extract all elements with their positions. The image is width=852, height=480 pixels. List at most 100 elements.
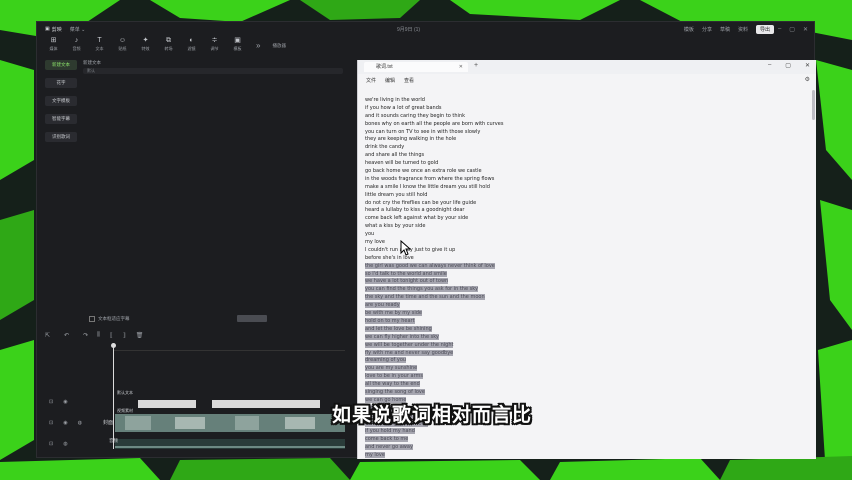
lyric-line: we can fly higher into the sky	[365, 333, 805, 342]
selected-lyric-text: we can fly higher into the sky	[365, 333, 439, 340]
lyric-line: and share all the things	[365, 152, 425, 159]
sidebar-item[interactable]: 花字	[45, 78, 77, 88]
window-controls: – ▢ ✕	[778, 26, 808, 33]
maximize-icon[interactable]: ▢	[785, 62, 791, 69]
maximize-icon[interactable]: ▢	[789, 26, 795, 33]
app-logo: ▣ 剪映	[45, 26, 62, 33]
text-clip[interactable]: 默认文本	[115, 390, 345, 409]
select-tool-icon[interactable]: ⇱	[45, 332, 50, 339]
mute-icon[interactable]: ◍	[63, 441, 67, 447]
add-to-track-button[interactable]	[237, 315, 267, 322]
timeline-edit-icons: ⫼ ⟦ ⟧ 🗑	[97, 332, 143, 339]
lyric-line: heard a lullaby to kiss a goodnight dear	[365, 207, 465, 214]
more-tools-icon[interactable]: »	[256, 41, 260, 57]
video-thumbnails	[115, 414, 345, 432]
titlebar-item-drafts[interactable]: 草稿	[720, 26, 730, 33]
delete-icon[interactable]: 🗑	[136, 332, 144, 339]
lyric-line: we have a lot tonight out of town	[365, 278, 805, 286]
close-icon[interactable]: ✕	[803, 26, 808, 33]
playhead[interactable]	[111, 343, 116, 449]
split-icon[interactable]: ⫼	[97, 332, 100, 339]
toolbar-filter[interactable]: ◐ 滤镜	[183, 37, 200, 57]
selected-lyric-text: and let the love be shining	[365, 325, 432, 332]
toolbar-import[interactable]: ⊞ 媒体	[45, 37, 62, 57]
menu-file[interactable]: 文件	[366, 77, 376, 84]
titlebar-actions: 模板 分享 草稿 资料 导出	[684, 24, 774, 34]
text-sidebar: 新建文本花字文字模板智能字幕识别歌词	[45, 60, 77, 142]
video-subtitle: 如果说歌词相对而言比	[332, 404, 533, 426]
selected-lyric-text: my love	[365, 452, 385, 459]
undo-icon[interactable]: ↶	[64, 332, 69, 339]
timeline[interactable]: ⊡ ◉ ⊡ ◉ ◍ ⊡ ◍ 封面 默认文本 视频素材 音频	[45, 343, 345, 454]
notepad-titlebar: 歌词.txt ✕ + – ▢ ✕	[358, 60, 816, 74]
toolbar-label: 滤镜	[187, 46, 196, 51]
close-tab-icon[interactable]: ✕	[459, 62, 463, 72]
menu-edit[interactable]: 编辑	[385, 77, 395, 84]
split-right-icon[interactable]: ⟧	[123, 332, 126, 339]
toolbar-sticker[interactable]: ☺ 贴纸	[114, 37, 131, 57]
titlebar-item-template[interactable]: 模板	[684, 26, 694, 33]
visibility-icon[interactable]: ◉	[63, 420, 67, 426]
lyric-line: if you how a lot of great bands	[365, 104, 442, 111]
lyric-line: they are keeping walking in the hole	[365, 136, 457, 143]
text-clip-label: 默认文本	[117, 390, 133, 395]
toolbar-audio[interactable]: ♪ 音频	[68, 37, 85, 57]
notepad-window-controls: – ▢ ✕	[768, 62, 810, 69]
toolbar-adjust[interactable]: ≑ 调节	[206, 37, 223, 57]
mute-icon[interactable]: ◍	[78, 420, 82, 426]
toolbar-label: 转场	[164, 46, 173, 51]
toolbar-transition[interactable]: ⧉ 转场	[160, 37, 177, 57]
minimize-icon[interactable]: –	[778, 26, 781, 33]
selected-lyric-text: the girl was good we can always never th…	[365, 262, 495, 269]
redo-icon[interactable]: ↷	[83, 332, 88, 339]
toolbar-label: 文本	[95, 46, 104, 51]
lyric-line: all the way to the end	[365, 381, 805, 389]
sidebar-item[interactable]: 识别歌词	[45, 132, 77, 142]
lyric-line: fly with me and never say goodbye	[365, 349, 805, 358]
video-clip[interactable]: 视频素材	[115, 408, 345, 432]
toolbar-template[interactable]: ▣ 模板	[229, 37, 246, 57]
toolbar-label: 模板	[233, 46, 242, 51]
transition-icon: ⧉	[166, 37, 171, 44]
lyric-line: drink the candy	[365, 144, 405, 151]
minimize-icon[interactable]: –	[768, 62, 771, 69]
titlebar-item-profile[interactable]: 资料	[738, 26, 748, 33]
cover-label[interactable]: 封面	[103, 419, 113, 426]
notepad-tab[interactable]: 歌词.txt ✕	[364, 62, 468, 72]
lock-icon[interactable]: ⊡	[49, 399, 53, 405]
split-left-icon[interactable]: ⟦	[110, 332, 113, 339]
timeline-ruler[interactable]	[113, 344, 345, 351]
sidebar-item[interactable]: 智能字幕	[45, 114, 77, 124]
fit-checkbox[interactable]	[89, 316, 95, 322]
lyric-line: you can turn on TV to see in with those …	[365, 128, 481, 135]
visibility-icon[interactable]: ◉	[63, 399, 67, 405]
lock-icon[interactable]: ⊡	[49, 441, 53, 447]
default-text-item[interactable]: 默认	[83, 68, 343, 74]
audio-clip[interactable]: 音频	[109, 438, 345, 449]
lyric-line: make a smile I know the little dream you…	[365, 183, 490, 190]
timeline-tools: ⇱ ↶ ↷	[45, 332, 88, 339]
main-menu-button[interactable]: 菜单 ⌄	[70, 26, 86, 33]
toolbar-text[interactable]: T 文本	[91, 37, 108, 57]
close-icon[interactable]: ✕	[805, 62, 810, 69]
lock-icon[interactable]: ⊡	[49, 420, 53, 426]
menu-view[interactable]: 查看	[404, 77, 414, 84]
export-button[interactable]: 导出	[755, 24, 774, 34]
toolbar-effects[interactable]: ✦ 特效	[137, 37, 154, 57]
lyric-line: I couldn't run away just to give it up	[365, 246, 456, 253]
mouse-cursor-icon	[400, 240, 412, 256]
new-tab-icon[interactable]: +	[474, 62, 478, 69]
notepad-menubar: 文件 编辑 查看 ⚙	[358, 75, 816, 85]
lyric-line: in the woods fragrance from where the sp…	[365, 175, 495, 182]
lyric-line: and it sounds caring they begin to think	[365, 112, 466, 119]
lyric-line: you are my sunshine	[365, 365, 805, 373]
fit-subtitle-option: 文本框适应字幕	[89, 315, 267, 322]
toolbar-label: 特效	[141, 46, 150, 51]
titlebar-item-share[interactable]: 分享	[702, 26, 712, 33]
sidebar-item[interactable]: 文字模板	[45, 96, 77, 106]
toolbar-label: 媒体	[49, 46, 58, 51]
lyric-line: come back left against what by your side	[365, 215, 469, 222]
scrollbar[interactable]	[812, 90, 815, 120]
settings-gear-icon[interactable]: ⚙	[805, 76, 810, 83]
sidebar-item[interactable]: 新建文本	[45, 60, 77, 70]
